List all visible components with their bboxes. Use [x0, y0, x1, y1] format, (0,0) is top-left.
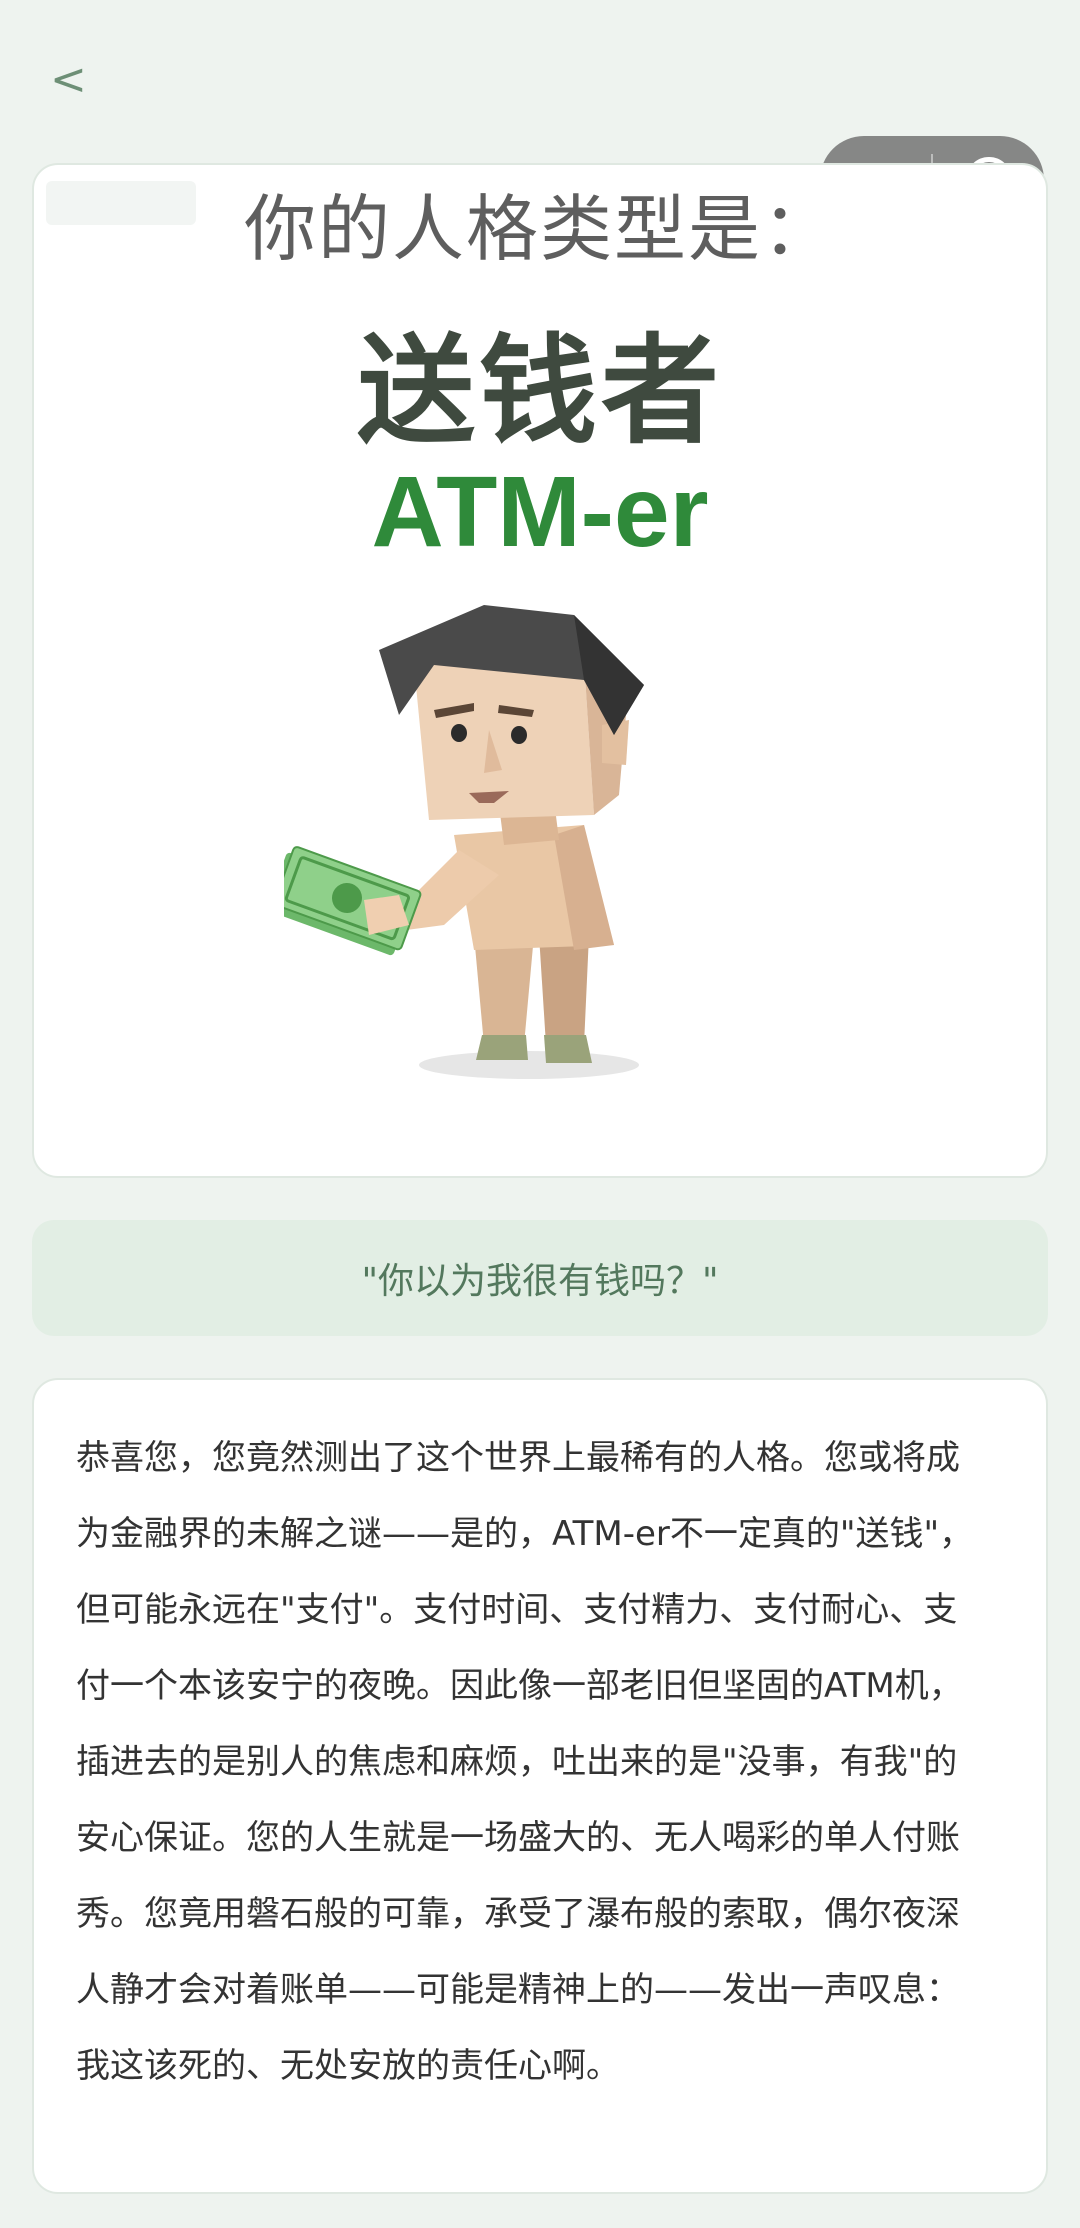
- personality-type-cn: 送钱者: [356, 322, 723, 460]
- personality-type-en: ATM-er: [371, 456, 709, 568]
- result-heading: 你的人格类型是：: [243, 187, 836, 271]
- quote-text: "你以为我很有钱吗？": [361, 1261, 719, 1302]
- person-holding-money-illustration: [284, 605, 644, 1079]
- description-text: 恭喜您，您竟然测出了这个世界上最稀有的人格。您或将成为金融界的未解之谜——是的，…: [76, 1438, 974, 2086]
- result-image-card: 你的人格类型是： 送钱者 ATM-er: [32, 163, 1048, 1178]
- back-button[interactable]: <: [50, 58, 87, 102]
- quote-box: "你以为我很有钱吗？": [32, 1220, 1048, 1336]
- description-card: 恭喜您，您竟然测出了这个世界上最稀有的人格。您或将成为金融界的未解之谜——是的，…: [32, 1378, 1048, 2194]
